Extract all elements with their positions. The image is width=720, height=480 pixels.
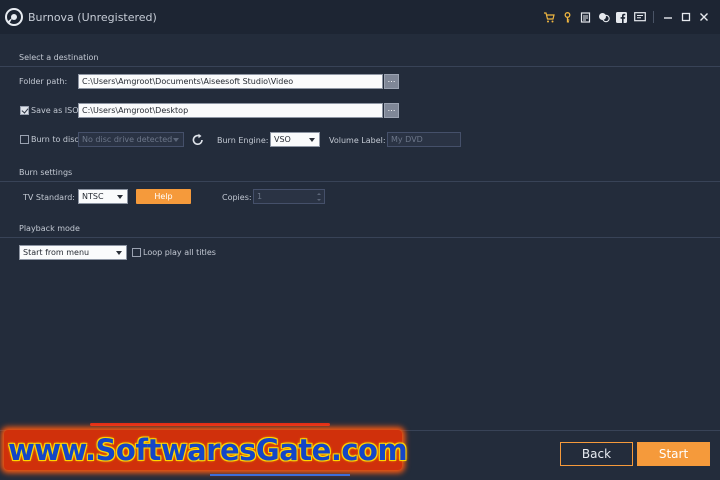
copies-value: 1 xyxy=(257,192,263,201)
back-button[interactable]: Back xyxy=(560,442,633,466)
iso-path-browse-button[interactable]: … xyxy=(384,103,399,118)
folder-path-browse-button[interactable]: … xyxy=(384,74,399,89)
start-button[interactable]: Start xyxy=(637,442,710,466)
title-bar-actions xyxy=(543,10,710,24)
volume-label-label: Volume Label: xyxy=(329,136,386,145)
burn-engine-label: Burn Engine: xyxy=(217,136,269,145)
minimize-icon[interactable] xyxy=(661,11,674,24)
register-icon[interactable] xyxy=(579,11,592,24)
section-title-burn-settings: Burn settings xyxy=(19,168,73,177)
cart-icon[interactable] xyxy=(543,11,556,24)
title-bar: Burnova (Unregistered) xyxy=(0,0,720,34)
loop-play-label[interactable]: Loop play all titles xyxy=(143,248,216,257)
section-title-playback: Playback mode xyxy=(19,224,80,233)
save-as-iso-label[interactable]: Save as ISO xyxy=(31,106,79,115)
save-as-iso-checkbox[interactable] xyxy=(20,106,29,115)
tv-standard-value: NTSC xyxy=(82,192,104,201)
burnova-logo-icon xyxy=(5,8,23,26)
refresh-icon[interactable] xyxy=(191,133,205,147)
close-icon[interactable] xyxy=(697,11,710,24)
iso-path-input[interactable]: C:\Users\Amgroot\Desktop xyxy=(78,103,383,118)
disc-drive-select[interactable]: No disc drive detected xyxy=(78,132,184,147)
tv-standard-label: TV Standard: xyxy=(23,193,75,202)
section-divider xyxy=(0,66,720,67)
chevron-down-icon xyxy=(173,138,179,142)
watermark-decoration xyxy=(90,423,330,426)
help-button[interactable]: Help xyxy=(136,189,191,204)
key-icon[interactable] xyxy=(561,11,574,24)
loop-play-checkbox[interactable] xyxy=(132,248,141,257)
chat-icon[interactable] xyxy=(597,11,610,24)
section-divider xyxy=(0,181,720,182)
chevron-down-icon xyxy=(117,195,123,199)
watermark-decoration xyxy=(210,474,350,476)
watermark-logo: www.SoftwaresGate.com xyxy=(8,433,408,467)
section-title-destination: Select a destination xyxy=(19,53,99,62)
copies-stepper[interactable]: 1 xyxy=(253,189,325,204)
folder-path-input[interactable]: C:\Users\Amgroot\Documents\Aiseesoft Stu… xyxy=(78,74,383,89)
window-title: Burnova (Unregistered) xyxy=(28,11,157,24)
playback-mode-select[interactable]: Start from menu xyxy=(19,245,127,260)
burn-engine-select[interactable]: VSO xyxy=(270,132,320,147)
chevron-down-icon xyxy=(116,251,122,255)
maximize-icon[interactable] xyxy=(679,11,692,24)
burn-to-disc-checkbox[interactable] xyxy=(20,135,29,144)
feedback-icon[interactable] xyxy=(633,11,646,24)
disc-drive-value: No disc drive detected xyxy=(82,135,173,144)
tv-standard-select[interactable]: NTSC xyxy=(78,189,128,204)
burn-engine-value: VSO xyxy=(274,135,291,144)
title-bar-divider xyxy=(653,11,654,23)
section-divider xyxy=(0,237,720,238)
facebook-icon[interactable] xyxy=(615,11,628,24)
chevron-down-icon xyxy=(309,138,315,142)
folder-path-label: Folder path: xyxy=(19,77,68,86)
copies-label: Copies: xyxy=(222,193,252,202)
burn-to-disc-label[interactable]: Burn to disc xyxy=(31,135,79,144)
playback-mode-value: Start from menu xyxy=(23,248,90,257)
volume-label-input[interactable]: My DVD xyxy=(387,132,461,147)
stepper-arrows-icon[interactable] xyxy=(317,192,322,202)
